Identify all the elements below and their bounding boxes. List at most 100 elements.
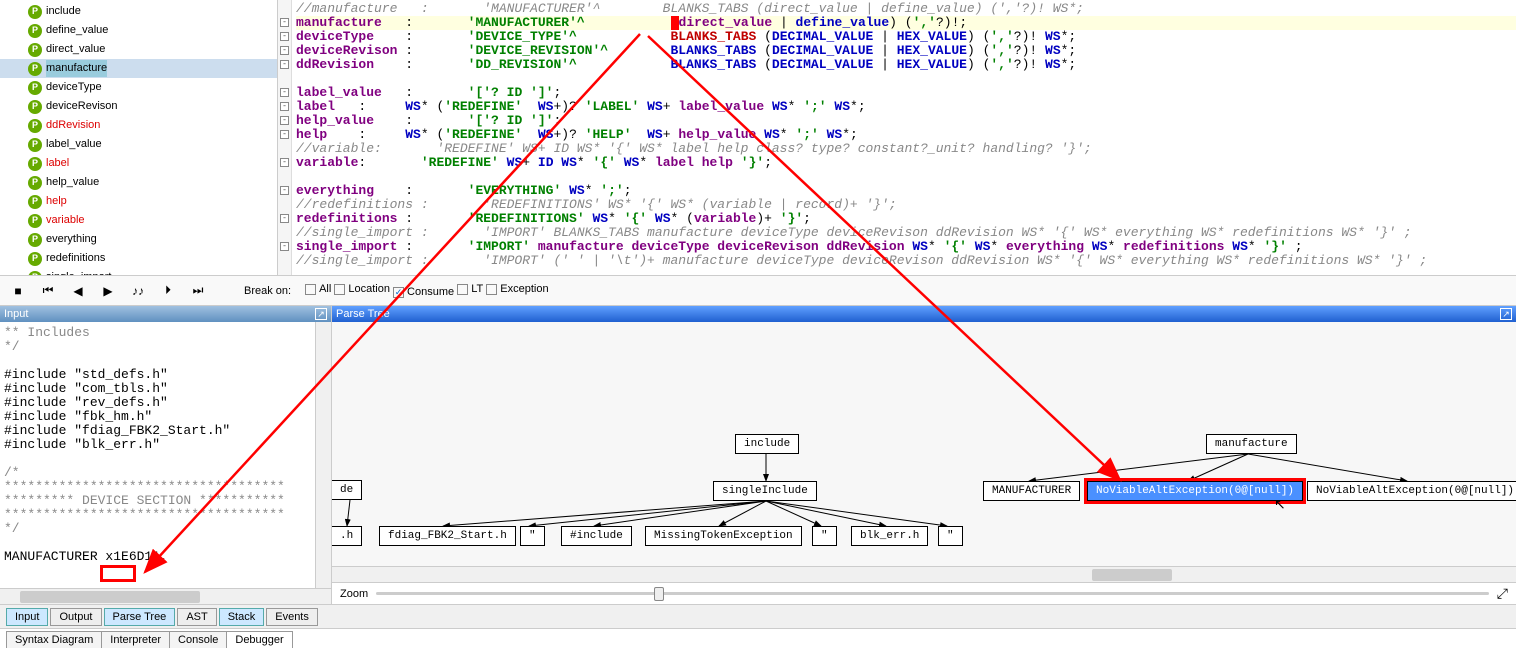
sidebar-item-direct_value[interactable]: Pdirect_value	[0, 40, 277, 59]
stop-button[interactable]: ■	[10, 283, 26, 299]
input-line: */	[4, 340, 311, 354]
sidebar-item-variable[interactable]: Pvariable	[0, 211, 277, 230]
sidebar-item-label_value[interactable]: Plabel_value	[0, 135, 277, 154]
rule-sidebar[interactable]: PincludePdefine_valuePdirect_valuePmanuf…	[0, 0, 278, 275]
fold-icon[interactable]: -	[280, 18, 289, 27]
fold-icon[interactable]: -	[280, 214, 289, 223]
sidebar-item-define_value[interactable]: Pdefine_value	[0, 21, 277, 40]
rewind-button[interactable]: ⏮	[40, 283, 56, 299]
tab-output[interactable]: Output	[50, 608, 101, 626]
page-tab-syntax-diagram[interactable]: Syntax Diagram	[6, 631, 102, 648]
tree-node-n_q2[interactable]: "	[812, 526, 837, 546]
editor-line[interactable]: //redefinitions : 'REDEFINITIONS' WS* '{…	[296, 198, 1516, 212]
editor-line[interactable]: redefinitions : 'REDEFINITIONS' WS* '{' …	[296, 212, 1516, 226]
fold-icon[interactable]: -	[280, 158, 289, 167]
popout-icon[interactable]: ↗	[1500, 308, 1512, 320]
parser-rule-icon: P	[28, 195, 42, 209]
tab-ast[interactable]: AST	[177, 608, 216, 626]
editor-line[interactable]: ddRevision : 'DD_REVISION'^ BLANKS_TABS …	[296, 58, 1516, 72]
fold-icon[interactable]: -	[280, 242, 289, 251]
tree-node-n_MANUFACTURER[interactable]: MANUFACTURER	[983, 481, 1080, 501]
tab-parse-tree[interactable]: Parse Tree	[104, 608, 176, 626]
tree-node-n_de[interactable]: de	[332, 480, 362, 500]
parser-rule-icon: P	[28, 138, 42, 152]
checkbox-all[interactable]: All	[305, 283, 331, 295]
fold-icon[interactable]: -	[280, 116, 289, 125]
step-back-button[interactable]: ◀	[70, 283, 86, 299]
play-button[interactable]: ▶	[100, 283, 116, 299]
tree-node-n_mte[interactable]: MissingTokenException	[645, 526, 802, 546]
page-tab-interpreter[interactable]: Interpreter	[101, 631, 170, 648]
fold-icon[interactable]: -	[280, 186, 289, 195]
error-caret-icon	[671, 16, 679, 30]
zoom-slider[interactable]	[376, 592, 1489, 595]
checkbox-consume[interactable]: ✓Consume	[393, 286, 454, 298]
fold-icon[interactable]: -	[280, 32, 289, 41]
tab-input[interactable]: Input	[6, 608, 48, 626]
page-tab-debugger[interactable]: Debugger	[226, 631, 292, 648]
input-text-area[interactable]: ** Includes*/ #include "std_defs.h"#incl…	[0, 322, 315, 588]
tree-node-n_nvae2[interactable]: NoViableAltException(0@[null])	[1307, 481, 1516, 501]
checkbox-icon: ✓	[393, 287, 404, 298]
sidebar-item-everything[interactable]: Peverything	[0, 230, 277, 249]
tree-node-n_q3[interactable]: "	[938, 526, 963, 546]
tab-events[interactable]: Events	[266, 608, 318, 626]
fold-icon[interactable]: -	[280, 88, 289, 97]
sidebar-item-manufacture[interactable]: Pmanufacture	[0, 59, 277, 78]
editor-line[interactable]: variable: 'REDEFINE' WS+ ID WS* '{' WS* …	[296, 156, 1516, 170]
sidebar-item-include[interactable]: Pinclude	[0, 2, 277, 21]
sidebar-item-label[interactable]: Plabel	[0, 154, 277, 173]
editor-line[interactable]: deviceType : 'DEVICE_TYPE'^ BLANKS_TABS …	[296, 30, 1516, 44]
sidebar-item-help[interactable]: Phelp	[0, 192, 277, 211]
tree-node-n_nvae1[interactable]: NoViableAltException(0@[null])	[1087, 481, 1303, 501]
tree-node-n_manufacture[interactable]: manufacture	[1206, 434, 1297, 454]
parse-tree-canvas[interactable]: include manufacture de singleInclude MANUFAC…	[332, 322, 1516, 566]
sidebar-item-deviceType[interactable]: PdeviceType	[0, 78, 277, 97]
tree-node-n_singleInclude[interactable]: singleInclude	[713, 481, 817, 501]
checkbox-exception[interactable]: Exception	[486, 283, 548, 295]
grammar-editor[interactable]: - - - - - - - - - - - - //manufacture : 'MANUFACTUR…	[278, 0, 1516, 275]
editor-line[interactable]: help : WS* ('REDEFINE' WS+)? 'HELP' WS+ …	[296, 128, 1516, 142]
input-line: ** Includes	[4, 326, 311, 340]
page-tab-console[interactable]: Console	[169, 631, 227, 648]
editor-line[interactable]: label_value : '['? ID ']';	[296, 86, 1516, 100]
checkbox-location[interactable]: Location	[334, 283, 390, 295]
step-over-button[interactable]: ⏵	[160, 283, 176, 299]
tree-scrollbar-x[interactable]	[332, 566, 1516, 582]
input-scrollbar-y[interactable]	[315, 322, 331, 588]
fold-icon[interactable]: -	[280, 46, 289, 55]
fold-icon[interactable]: -	[280, 130, 289, 139]
tab-stack[interactable]: Stack	[219, 608, 265, 626]
tree-node-n_h0[interactable]: .h	[332, 526, 362, 546]
fold-icon[interactable]: -	[280, 60, 289, 69]
editor-line[interactable]: everything : 'EVERYTHING' WS* ';';	[296, 184, 1516, 198]
editor-line[interactable]: label : WS* ('REDEFINE' WS+)? 'LABEL' WS…	[296, 100, 1516, 114]
popout-icon[interactable]: ↗	[315, 308, 327, 320]
sidebar-item-deviceRevison[interactable]: PdeviceRevison	[0, 97, 277, 116]
sidebar-item-redefinitions[interactable]: Predefinitions	[0, 249, 277, 268]
sidebar-item-single_import[interactable]: Psingle_import	[0, 268, 277, 275]
tree-node-n_blkerr[interactable]: blk_err.h	[851, 526, 928, 546]
tree-node-n_hashinc[interactable]: #include	[561, 526, 632, 546]
editor-line[interactable]: deviceRevison : 'DEVICE_REVISION'^ BLANK…	[296, 44, 1516, 58]
tree-node-n_q1[interactable]: "	[520, 526, 545, 546]
step-into-button[interactable]: ♪♪	[130, 283, 146, 299]
editor-line[interactable]: //variable: 'REDEFINE' WS+ ID WS* '{' WS…	[296, 142, 1516, 156]
editor-line[interactable]: single_import : 'IMPORT' manufacture dev…	[296, 240, 1516, 254]
checkbox-lt[interactable]: LT	[457, 283, 483, 295]
editor-line[interactable]: //manufacture : 'MANUFACTURER'^ BLANKS_T…	[296, 2, 1516, 16]
sidebar-item-help_value[interactable]: Phelp_value	[0, 173, 277, 192]
fast-forward-button[interactable]: ⏭	[190, 283, 206, 299]
editor-line[interactable]: help_value : '['? ID ']';	[296, 114, 1516, 128]
tree-node-n_include[interactable]: include	[735, 434, 799, 454]
editor-line[interactable]: //single_import : 'IMPORT' (' ' | '\t')+…	[296, 254, 1516, 268]
editor-line[interactable]: //single_import : 'IMPORT' BLANKS_TABS m…	[296, 226, 1516, 240]
input-scrollbar-x[interactable]	[0, 588, 331, 604]
fold-icon[interactable]: -	[280, 102, 289, 111]
sidebar-item-ddRevision[interactable]: PddRevision	[0, 116, 277, 135]
zoom-max-icon[interactable]: ⤢	[1497, 585, 1508, 602]
editor-line[interactable]	[296, 170, 1516, 184]
editor-line[interactable]: manufacture : 'MANUFACTURER'^ direct_val…	[296, 16, 1516, 30]
tree-node-n_fdiag[interactable]: fdiag_FBK2_Start.h	[379, 526, 516, 546]
editor-line[interactable]	[296, 72, 1516, 86]
